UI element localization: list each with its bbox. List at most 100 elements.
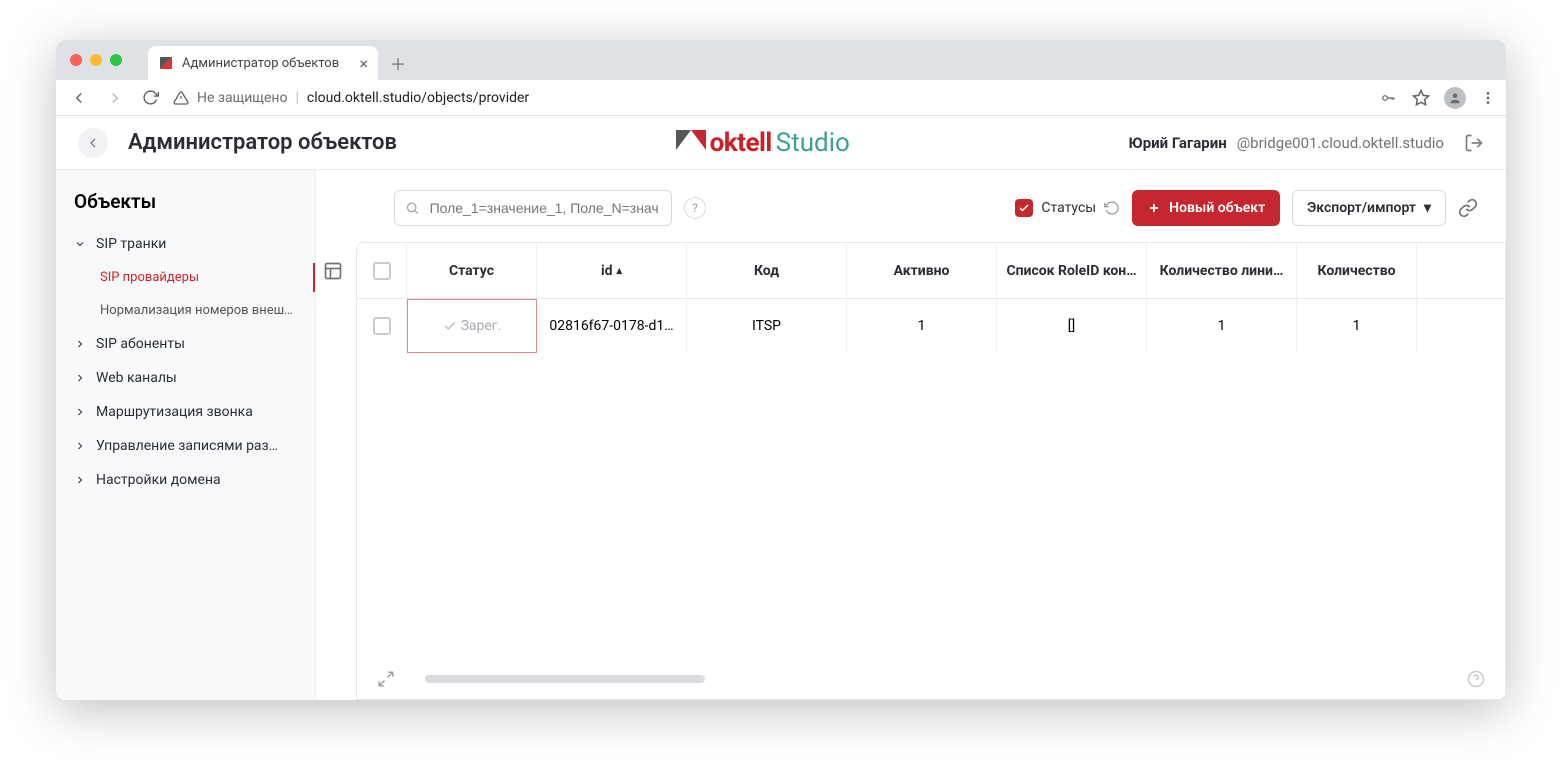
search-input[interactable] [428, 199, 661, 217]
table-header-cell[interactable]: Список RoleID кон… [997, 243, 1147, 298]
address-bar: Не защищено | cloud.oktell.studio/object… [56, 80, 1506, 116]
search-field[interactable] [394, 190, 672, 226]
status-filter-label: Статусы [1041, 200, 1096, 216]
sidebar-item[interactable]: Web каналы [56, 361, 315, 395]
undo-icon[interactable] [1104, 200, 1120, 216]
caret-down-icon: ▾ [1424, 200, 1431, 216]
chevron-down-icon [74, 238, 88, 250]
forward-button[interactable] [102, 85, 128, 111]
sidebar-item[interactable]: SIP абоненты [56, 327, 315, 361]
close-window-icon[interactable] [70, 54, 82, 66]
horizontal-scrollbar[interactable] [425, 675, 1437, 683]
profile-icon[interactable] [1444, 87, 1466, 109]
new-object-button[interactable]: Новый объект [1132, 190, 1280, 226]
export-import-button[interactable]: Экспорт/импорт ▾ [1292, 190, 1446, 226]
check-icon [443, 319, 457, 333]
table-header-cell[interactable]: Количество лини… [1147, 243, 1297, 298]
table-header-cell[interactable]: Количество [1297, 243, 1417, 298]
sidebar-item-label: SIP абоненты [96, 336, 185, 352]
url-field[interactable]: Не защищено | cloud.oktell.studio/object… [173, 90, 1368, 106]
tab-title: Администратор объектов [182, 56, 339, 71]
chevron-right-icon [74, 372, 88, 384]
logout-icon[interactable] [1464, 133, 1484, 153]
sidebar-item[interactable]: SIP транки [56, 227, 315, 261]
logo-mark-icon [676, 130, 706, 156]
layout-icon[interactable] [318, 256, 348, 286]
user-domain: @bridge001.cloud.oktell.studio [1237, 134, 1444, 152]
table-header: СтатусidКодАктивноСписок RoleID кон…Коли… [357, 243, 1505, 299]
sidebar-item[interactable]: Управление записями раз… [56, 429, 315, 463]
select-all-column[interactable] [357, 243, 407, 298]
sidebar-subitem[interactable]: Нормализация номеров внеш… [56, 294, 315, 327]
sidebar-item-label: Web каналы [96, 370, 177, 386]
table-header-cell[interactable]: Активно [847, 243, 997, 298]
table-header-cell[interactable]: id [537, 243, 687, 298]
zoom-window-icon[interactable] [110, 54, 122, 66]
user-name: Юрий Гагарин [1129, 134, 1227, 152]
export-import-label: Экспорт/импорт [1307, 200, 1416, 216]
favicon-icon [158, 55, 174, 71]
chevron-right-icon [74, 338, 88, 350]
star-icon[interactable] [1412, 89, 1430, 107]
id-cell: 02816f67-0178-d1… [537, 299, 687, 353]
security-label: Не защищено [197, 90, 287, 106]
url-text: cloud.oktell.studio/objects/provider [307, 90, 529, 106]
help-icon[interactable]: ? [684, 197, 706, 219]
sidebar: Объекты SIP транки SIP провайдеры Нормализ… [56, 170, 316, 700]
table-header-cell[interactable]: Статус [407, 243, 537, 298]
plus-icon [1147, 201, 1161, 215]
reload-button[interactable] [138, 85, 163, 110]
user-info: Юрий Гагарин @bridge001.cloud.oktell.stu… [1129, 134, 1444, 152]
logo-text-oktell: oktell [710, 128, 772, 158]
new-tab-button[interactable]: ＋ [384, 49, 412, 77]
toolbar: ? Статусы Новый объект [316, 170, 1506, 242]
sidebar-item[interactable]: Маршрутизация звонка [56, 395, 315, 429]
page-back-button[interactable] [78, 128, 108, 158]
sidebar-title: Объекты [56, 190, 315, 227]
code-cell: ITSP [687, 299, 847, 353]
tabstrip: Администратор объектов × ＋ [56, 40, 1506, 80]
status-filter[interactable]: Статусы [1015, 199, 1120, 217]
app: Администратор объектов oktell Studio Юри… [56, 116, 1506, 700]
sidebar-item-label: Нормализация номеров внеш… [100, 303, 293, 318]
sidebar-item[interactable]: Настройки домена [56, 463, 315, 497]
checkbox-icon [1015, 199, 1033, 217]
sidebar-item-label: Управление записями раз… [96, 438, 278, 454]
link-icon[interactable] [1458, 198, 1478, 218]
logo-text-studio: Studio [776, 128, 850, 158]
table-footer [357, 659, 1505, 699]
key-icon[interactable] [1378, 91, 1398, 105]
footer-help-icon[interactable] [1467, 670, 1485, 688]
new-object-label: Новый объект [1169, 200, 1265, 216]
roles-cell: [] [997, 299, 1147, 353]
checkbox-icon[interactable] [373, 317, 391, 335]
content: ? Статусы Новый объект [316, 170, 1506, 700]
not-secure-icon [173, 90, 189, 106]
app-body: Объекты SIP транки SIP провайдеры Нормализ… [56, 170, 1506, 700]
browser-tab[interactable]: Администратор объектов × [148, 46, 378, 80]
app-header: Администратор объектов oktell Studio Юри… [56, 116, 1506, 170]
sidebar-item-label: Настройки домена [96, 472, 221, 488]
sidebar-item-label: SIP транки [96, 236, 166, 252]
window-controls [66, 40, 128, 80]
status-cell: Зарег. [407, 299, 537, 353]
page-title: Администратор объектов [128, 130, 397, 155]
table-row[interactable]: Зарег.02816f67-0178-d1…ITSP1[]11 [357, 299, 1505, 353]
checkbox-icon[interactable] [373, 262, 391, 280]
expand-icon[interactable] [377, 670, 395, 688]
sidebar-item-label: SIP провайдеры [100, 270, 199, 285]
close-tab-icon[interactable]: × [359, 54, 368, 73]
sidebar-tree: SIP транки SIP провайдеры Нормализация ном… [56, 227, 315, 497]
kebab-icon[interactable] [1480, 90, 1496, 106]
sidebar-subitem[interactable]: SIP провайдеры [56, 261, 315, 294]
back-button[interactable] [66, 85, 92, 111]
count-cell: 1 [1297, 299, 1417, 353]
lines-cell: 1 [1147, 299, 1297, 353]
table: СтатусidКодАктивноСписок RoleID кон…Коли… [356, 242, 1506, 700]
table-header-cell[interactable]: Код [687, 243, 847, 298]
search-icon [405, 200, 420, 216]
sidebar-item-label: Маршрутизация звонка [96, 404, 253, 420]
chevron-right-icon [74, 474, 88, 486]
active-cell: 1 [847, 299, 997, 353]
minimize-window-icon[interactable] [90, 54, 102, 66]
